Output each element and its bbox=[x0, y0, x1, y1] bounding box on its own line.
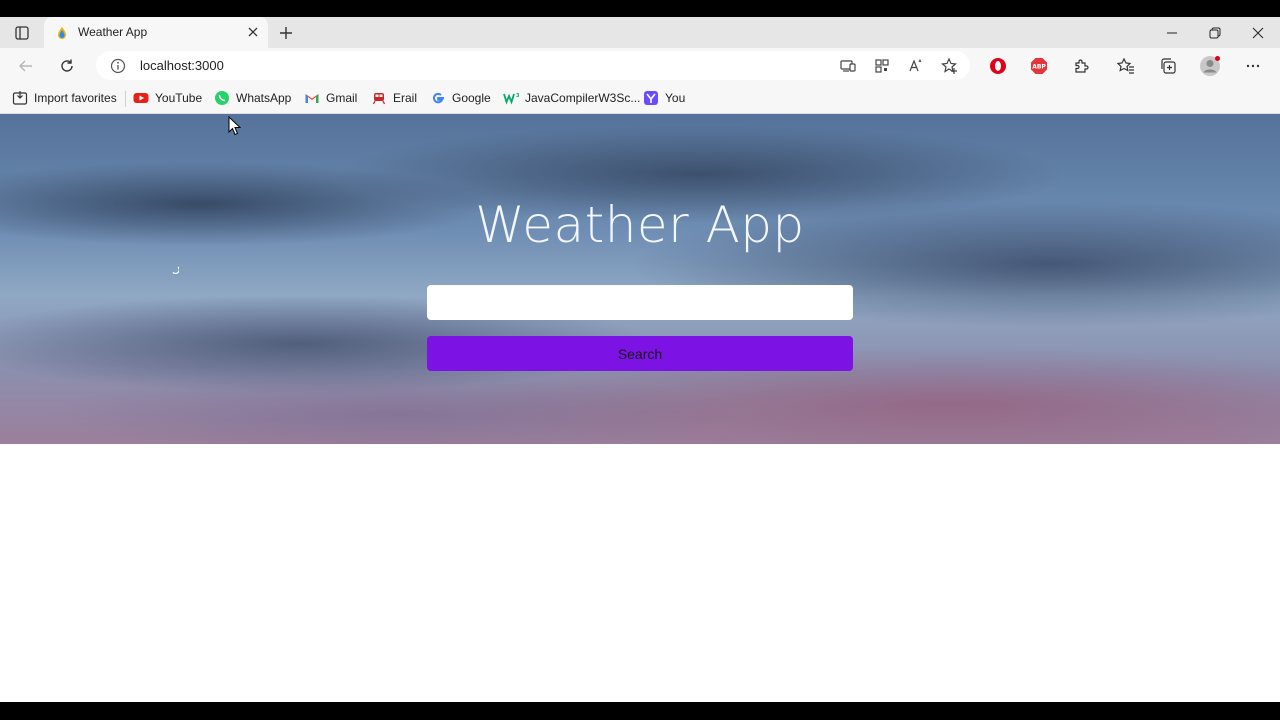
search-button[interactable]: Search bbox=[427, 336, 853, 371]
minimize-button[interactable] bbox=[1160, 23, 1184, 43]
close-icon bbox=[1252, 27, 1264, 39]
adblock-extension-button[interactable]: ABP bbox=[1028, 55, 1050, 77]
tab-actions-button[interactable] bbox=[8, 23, 36, 43]
svg-text:3: 3 bbox=[516, 93, 519, 99]
address-bar[interactable]: localhost:3000 bbox=[96, 51, 970, 80]
search-input[interactable] bbox=[427, 285, 853, 320]
opera-icon bbox=[990, 58, 1006, 74]
favorites-button[interactable] bbox=[1115, 55, 1137, 77]
collections-icon bbox=[1161, 58, 1176, 74]
close-window-button[interactable] bbox=[1246, 23, 1270, 43]
favorites-bar: Import favorites YouTube WhatsApp Gmail … bbox=[0, 83, 1280, 114]
settings-menu-button[interactable] bbox=[1242, 55, 1264, 77]
extensions-button[interactable] bbox=[1070, 55, 1092, 77]
tab-weather-app[interactable]: Weather App bbox=[44, 17, 268, 48]
back-button[interactable] bbox=[15, 55, 37, 77]
bookmark-label: Gmail bbox=[326, 91, 358, 105]
tab-close-icon[interactable] bbox=[246, 25, 260, 39]
tab-strip: Weather App bbox=[0, 17, 1280, 48]
mouse-cursor-icon bbox=[228, 116, 242, 136]
app-available-icon[interactable] bbox=[838, 56, 858, 76]
tab-title: Weather App bbox=[78, 25, 148, 39]
add-favorite-icon[interactable] bbox=[940, 56, 960, 76]
gmail-icon bbox=[304, 90, 320, 106]
back-arrow-icon bbox=[19, 60, 32, 72]
erail-icon bbox=[371, 90, 387, 106]
restore-icon bbox=[1209, 27, 1221, 39]
svg-text:ABP: ABP bbox=[1032, 64, 1046, 71]
whatsapp-icon bbox=[214, 90, 230, 106]
address-url: localhost:3000 bbox=[140, 58, 224, 73]
read-aloud-icon[interactable] bbox=[906, 56, 926, 76]
hero-background: Weather App Search bbox=[0, 114, 1280, 444]
puzzle-icon bbox=[1075, 59, 1089, 73]
page-viewport: Weather App Search bbox=[0, 114, 1280, 702]
you-icon bbox=[643, 90, 659, 106]
weather-favicon-icon bbox=[58, 27, 66, 39]
screen: Weather App localhost:3000 ABP Import fa… bbox=[0, 0, 1280, 720]
bookmark-label: JavaCompilerW3Sc... bbox=[525, 91, 641, 105]
bookmark-gmail[interactable]: Gmail bbox=[304, 88, 357, 108]
minimize-icon bbox=[1167, 32, 1177, 34]
restore-button[interactable] bbox=[1203, 23, 1227, 43]
page-title: Weather App bbox=[475, 196, 805, 254]
bookmark-erail[interactable]: Erail bbox=[371, 88, 417, 108]
youtube-icon bbox=[133, 90, 149, 106]
bookmark-label: YouTube bbox=[155, 91, 203, 105]
bookmarks-separator bbox=[125, 91, 126, 107]
tab-actions-icon bbox=[15, 26, 29, 40]
bookmark-you[interactable]: You bbox=[643, 88, 685, 108]
qr-code-icon[interactable] bbox=[872, 56, 892, 76]
bookmark-label: WhatsApp bbox=[236, 91, 292, 105]
bookmark-label: Google bbox=[452, 91, 491, 105]
bookmark-youtube[interactable]: YouTube bbox=[133, 88, 202, 108]
site-info-icon[interactable] bbox=[108, 56, 128, 76]
profile-button[interactable] bbox=[1199, 55, 1221, 77]
import-icon bbox=[12, 90, 28, 106]
bookmark-label: Erail bbox=[393, 91, 418, 105]
more-dots-icon bbox=[1246, 64, 1260, 68]
loading-spinner-icon bbox=[172, 266, 179, 274]
reload-icon bbox=[61, 59, 73, 72]
bookmark-google[interactable]: Google bbox=[430, 88, 491, 108]
opera-extension-button[interactable] bbox=[987, 55, 1009, 77]
new-tab-button[interactable] bbox=[276, 23, 296, 43]
bookmark-javacompiler[interactable]: 3 JavaCompilerW3Sc... bbox=[503, 88, 640, 108]
collections-button[interactable] bbox=[1157, 55, 1179, 77]
avatar-icon bbox=[1200, 56, 1220, 76]
w3schools-icon: 3 bbox=[503, 90, 519, 106]
plus-icon bbox=[280, 27, 292, 39]
bookmark-label: Import favorites bbox=[34, 91, 117, 105]
bookmark-label: You bbox=[665, 91, 686, 105]
google-icon bbox=[430, 90, 446, 106]
favorites-star-icon bbox=[1117, 57, 1134, 74]
bookmark-whatsapp[interactable]: WhatsApp bbox=[214, 88, 291, 108]
bookmark-import-favorites[interactable]: Import favorites bbox=[12, 88, 117, 108]
browser-toolbar: localhost:3000 ABP bbox=[0, 48, 1280, 83]
reload-button[interactable] bbox=[56, 55, 78, 77]
adblock-plus-icon: ABP bbox=[1031, 58, 1047, 74]
